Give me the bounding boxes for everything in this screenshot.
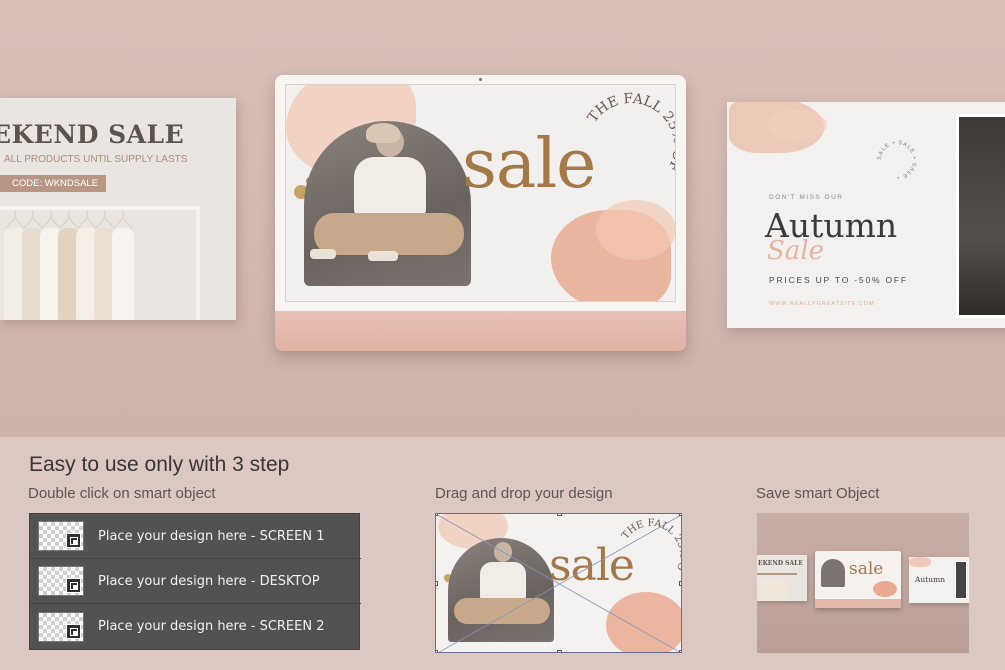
- mini-right-card: Autumn: [909, 557, 969, 603]
- mockup-scene: EKEND SALE ALL PRODUCTS UNTIL SUPPLY LAS…: [0, 0, 1005, 437]
- dont-miss-label: DON'T MISS OUR: [769, 194, 844, 201]
- mini-autumn-title: Autumn: [915, 575, 946, 584]
- prices-text: PRICES UP TO -50% OFF: [769, 275, 908, 285]
- mini-left-title: EKEND SALE: [758, 560, 803, 567]
- clothing-rack-post: [196, 206, 200, 320]
- desktop-chin: [275, 311, 686, 351]
- instructions-title: Easy to use only with 3 step: [29, 453, 290, 476]
- resize-handle-bottom-right[interactable]: [679, 650, 681, 652]
- saved-result-preview: EKEND SALE sale Autumn: [757, 513, 969, 653]
- resize-handle-top-right[interactable]: [679, 514, 681, 516]
- mini-desktop: sale: [815, 551, 901, 608]
- weekend-sale-subtitle: ALL PRODUCTS UNTIL SUPPLY LASTS: [4, 154, 188, 165]
- transform-guides: [436, 514, 681, 652]
- resize-handle-top-left[interactable]: [436, 514, 438, 516]
- step1-label: Double click on smart object: [28, 485, 216, 502]
- camera-dot: [479, 78, 482, 81]
- resize-handle-bottom-left[interactable]: [436, 650, 438, 652]
- smart-object-thumbnail-icon: [38, 611, 84, 642]
- layer-name: Place your design here - SCREEN 2: [98, 619, 325, 634]
- smart-object-thumbnail-icon: [38, 566, 84, 596]
- desktop-screen[interactable]: sale THE FALL 25% OFF: [285, 84, 676, 302]
- instructions-panel: Easy to use only with 3 step Double clic…: [0, 437, 1005, 670]
- promo-code-badge: CODE: WKNDSALE: [0, 175, 106, 192]
- step2-label: Drag and drop your design: [435, 485, 613, 502]
- layers-panel: Place your design here - SCREEN 1 Place …: [29, 513, 361, 650]
- curved-offer-text: THE FALL 25% OFF: [580, 91, 676, 176]
- mini-left-card: EKEND SALE: [757, 555, 807, 601]
- website-url: WWW.REALLYGREATSITE.COM: [769, 301, 875, 307]
- layer-row-screen2[interactable]: Place your design here - SCREEN 2: [30, 604, 361, 649]
- model-photo-right: [956, 114, 1005, 318]
- resize-handle-right[interactable]: [679, 581, 681, 586]
- layer-row-screen1[interactable]: Place your design here - SCREEN 1: [30, 514, 361, 559]
- layer-name: Place your design here - SCREEN 1: [98, 528, 325, 544]
- sale-badge-circle: SALE • SALE • SALE •: [877, 140, 917, 180]
- smart-object-thumbnail-icon: [38, 521, 84, 551]
- clothing-photo: [0, 210, 150, 320]
- drag-drop-preview[interactable]: sale THE FALL 25% OFF: [435, 513, 682, 653]
- resize-handle-bottom[interactable]: [557, 650, 562, 652]
- weekend-sale-card: EKEND SALE ALL PRODUCTS UNTIL SUPPLY LAS…: [0, 98, 236, 320]
- desktop-mockup: sale THE FALL 25% OFF: [275, 75, 686, 351]
- step3-label: Save smart Object: [756, 485, 880, 502]
- layer-name: Place your design here - DESKTOP: [98, 573, 320, 589]
- resize-handle-left[interactable]: [436, 581, 438, 586]
- weekend-sale-title: EKEND SALE: [0, 120, 185, 149]
- svg-text:THE FALL 25% OFF: THE FALL 25% OFF: [580, 91, 676, 176]
- mini-sale-word: sale: [849, 559, 884, 579]
- model-photo: [304, 121, 471, 286]
- resize-handle-top[interactable]: [557, 514, 562, 516]
- sale-script: Sale: [767, 236, 825, 266]
- autumn-sale-card: SALE • SALE • SALE • DON'T MISS OUR Autu…: [727, 102, 1005, 328]
- layer-row-desktop[interactable]: Place your design here - DESKTOP: [30, 559, 361, 604]
- svg-text:SALE • SALE • SALE •: SALE • SALE • SALE •: [877, 140, 917, 180]
- hangers-icon: [5, 210, 133, 229]
